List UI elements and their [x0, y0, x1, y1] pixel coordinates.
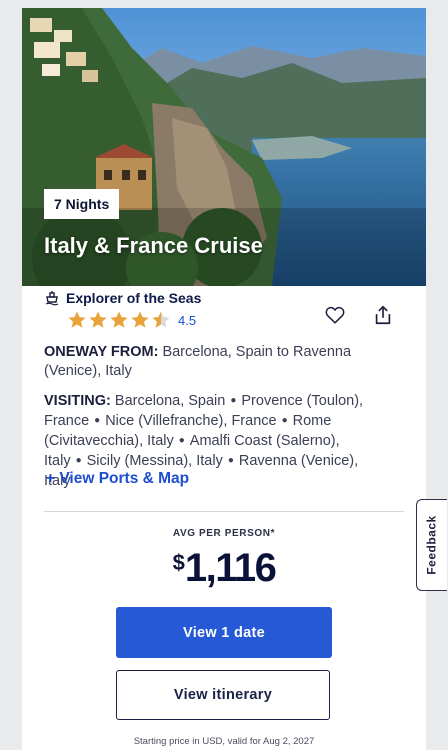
view-dates-button[interactable]: View 1 date	[116, 607, 332, 658]
star-icon	[131, 311, 149, 328]
port: Sicily (Messina), Italy	[86, 453, 223, 469]
separator-dot: ●	[227, 455, 234, 466]
star-icon	[110, 311, 128, 328]
feedback-label: Feedback	[425, 515, 440, 575]
rating-value[interactable]: 4.5	[178, 313, 196, 328]
ship-icon	[45, 291, 59, 306]
price: $1,116	[22, 546, 426, 591]
view-ports-map-link[interactable]: + View Ports & Map	[46, 470, 189, 488]
heart-icon[interactable]	[324, 304, 346, 326]
avg-per-person-label: AVG PER PERSON*	[172, 528, 276, 539]
oneway-label: ONEWAY FROM:	[44, 344, 159, 360]
price-currency: $	[172, 550, 185, 575]
view-itinerary-button[interactable]: View itinerary	[116, 670, 330, 720]
star-icon	[68, 311, 86, 328]
separator-dot: ●	[178, 435, 185, 446]
port: Nice (Villefranche), France	[105, 413, 277, 429]
star-rating	[67, 310, 172, 330]
hero-image[interactable]: 7 Nights Italy & France Cruise	[22, 8, 426, 286]
visiting-label: VISITING:	[44, 393, 111, 409]
separator-dot: ●	[94, 415, 101, 426]
price-amount: 1,116	[184, 546, 277, 590]
ship-name[interactable]: Explorer of the Seas	[66, 290, 201, 306]
feedback-tab[interactable]: Feedback	[416, 499, 447, 591]
separator-dot: ●	[230, 395, 237, 406]
rating: 4.5	[67, 310, 196, 330]
port: Barcelona, Spain	[114, 393, 226, 409]
nights-badge: 7 Nights	[44, 189, 120, 219]
divider	[44, 511, 404, 512]
price-footnote: Starting price in USD, valid for Aug 2, …	[133, 736, 315, 747]
star-icon	[89, 311, 107, 328]
share-icon[interactable]	[372, 304, 394, 326]
separator-dot: ●	[281, 415, 288, 426]
cruise-title[interactable]: Italy & France Cruise	[44, 233, 263, 259]
half-star-icon	[152, 311, 170, 328]
separator-dot: ●	[75, 455, 82, 466]
ship-info: Explorer of the Seas	[44, 289, 201, 307]
oneway-info: ONEWAY FROM: Barcelona, Spain to Ravenna…	[44, 343, 384, 381]
cruise-card: 7 Nights Italy & France Cruise Explorer …	[22, 8, 426, 750]
